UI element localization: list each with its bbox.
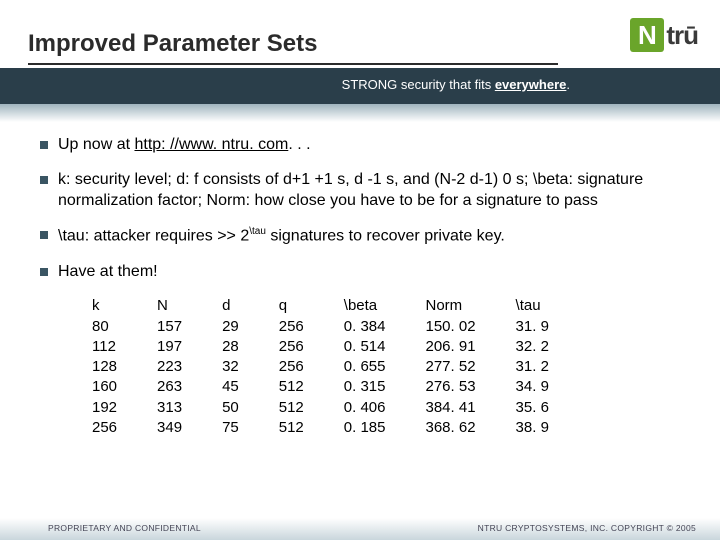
table-cell: 512	[279, 377, 304, 397]
table-cell: 197	[157, 337, 182, 357]
table-cell: 75	[222, 418, 239, 438]
table-cell: 349	[157, 418, 182, 438]
bullet-1-text: Up now at http: //www. ntru. com. . .	[58, 135, 680, 156]
table-col: d292832455075	[222, 296, 239, 438]
table-cell: 31. 2	[516, 357, 549, 377]
parameter-table: k80112128160192256N157197223263313349d29…	[92, 296, 680, 438]
table-cell: 112	[92, 337, 117, 357]
table-cell: 0. 514	[344, 337, 386, 357]
table-cell: 0. 384	[344, 317, 386, 337]
tagline-pre: STRONG security that fits	[342, 77, 495, 92]
table-cell: 256	[92, 418, 117, 438]
bullet-2-text: k: security level; d: f consists of d+1 …	[58, 170, 680, 212]
header-fade-band	[0, 104, 720, 122]
table-cell: 276. 53	[426, 377, 476, 397]
tagline-post: .	[566, 77, 570, 92]
table-cell: 128	[92, 357, 117, 377]
bullet-4-text: Have at them!	[58, 262, 680, 283]
table-col: \beta0. 3840. 5140. 6550. 3150. 4060. 18…	[344, 296, 386, 438]
table-cell: 206. 91	[426, 337, 476, 357]
table-cell: 263	[157, 377, 182, 397]
table-col: k80112128160192256	[92, 296, 117, 438]
table-col: Norm150. 02206. 91277. 52276. 53384. 413…	[426, 296, 476, 438]
bullet-3-pre: \tau: attacker requires >> 2	[58, 228, 249, 245]
table-header: N	[157, 296, 182, 316]
table-header: k	[92, 296, 117, 316]
bullet-3-text: \tau: attacker requires >> 2\tau signatu…	[58, 225, 680, 247]
table-cell: 512	[279, 418, 304, 438]
table-cell: 223	[157, 357, 182, 377]
table-cell: 34. 9	[516, 377, 549, 397]
table-header: Norm	[426, 296, 476, 316]
table-cell: 0. 655	[344, 357, 386, 377]
table-cell: 50	[222, 398, 239, 418]
table-col: N157197223263313349	[157, 296, 182, 438]
tagline-emphasis: everywhere	[495, 77, 567, 92]
table-cell: 256	[279, 337, 304, 357]
table-cell: 32	[222, 357, 239, 377]
table-cell: 38. 9	[516, 418, 549, 438]
ntru-link[interactable]: http: //www. ntru. com	[134, 136, 288, 153]
table-cell: 150. 02	[426, 317, 476, 337]
bullet-icon	[40, 141, 48, 149]
footer-left: PROPRIETARY AND CONFIDENTIAL	[48, 523, 201, 533]
bullet-3-sup: \tau	[249, 226, 266, 237]
table-cell: 313	[157, 398, 182, 418]
table-cell: 29	[222, 317, 239, 337]
table-cell: 0. 315	[344, 377, 386, 397]
logo-mark: N	[630, 18, 664, 52]
bullet-icon	[40, 231, 48, 239]
table-cell: 80	[92, 317, 117, 337]
table-cell: 31. 9	[516, 317, 549, 337]
content-area: Up now at http: //www. ntru. com. . . k:…	[40, 135, 680, 438]
title-underline	[28, 63, 558, 65]
table-cell: 0. 185	[344, 418, 386, 438]
table-cell: 512	[279, 398, 304, 418]
table-cell: 277. 52	[426, 357, 476, 377]
tagline: STRONG security that fits everywhere.	[342, 77, 570, 92]
bullet-3-post: signatures to recover private key.	[266, 228, 505, 245]
table-cell: 384. 41	[426, 398, 476, 418]
bullet-3: \tau: attacker requires >> 2\tau signatu…	[40, 225, 680, 247]
logo-text: trū	[666, 20, 698, 51]
bullet-icon	[40, 268, 48, 276]
table-cell: 28	[222, 337, 239, 357]
table-header: q	[279, 296, 304, 316]
bullet-icon	[40, 176, 48, 184]
footer-right: NTRU CRYPTOSYSTEMS, INC. COPYRIGHT © 200…	[478, 523, 696, 533]
table-header: d	[222, 296, 239, 316]
footer: PROPRIETARY AND CONFIDENTIAL NTRU CRYPTO…	[0, 518, 720, 540]
bullet-1-pre: Up now at	[58, 136, 134, 153]
bullet-2: k: security level; d: f consists of d+1 …	[40, 170, 680, 212]
table-col: \tau31. 932. 231. 234. 935. 638. 9	[516, 296, 549, 438]
page-title: Improved Parameter Sets	[28, 30, 317, 58]
bullet-4: Have at them!	[40, 262, 680, 283]
table-col: q256256256512512512	[279, 296, 304, 438]
table-cell: 0. 406	[344, 398, 386, 418]
table-cell: 32. 2	[516, 337, 549, 357]
table-cell: 157	[157, 317, 182, 337]
logo: N trū	[630, 18, 698, 52]
bullet-1-post: . . .	[288, 136, 310, 153]
table-cell: 45	[222, 377, 239, 397]
table-header: \beta	[344, 296, 386, 316]
table-cell: 192	[92, 398, 117, 418]
bullet-1: Up now at http: //www. ntru. com. . .	[40, 135, 680, 156]
table-header: \tau	[516, 296, 549, 316]
table-cell: 368. 62	[426, 418, 476, 438]
table-cell: 35. 6	[516, 398, 549, 418]
table-cell: 256	[279, 357, 304, 377]
table-cell: 256	[279, 317, 304, 337]
table-cell: 160	[92, 377, 117, 397]
